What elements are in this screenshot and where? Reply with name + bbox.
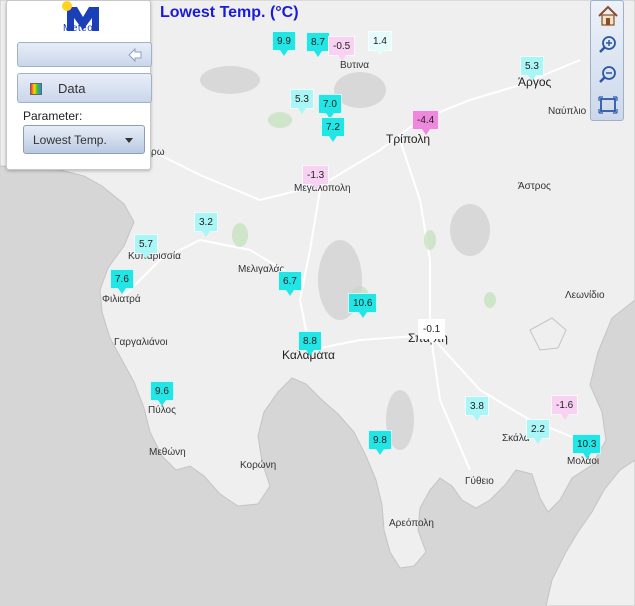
map-toolbar	[590, 0, 624, 121]
station-marker[interactable]: 10.6	[348, 293, 378, 318]
data-button-label: Data	[58, 81, 86, 96]
station-marker[interactable]: 9.8	[368, 430, 392, 455]
station-marker[interactable]: 5.3	[290, 89, 314, 114]
zoom-in-button[interactable]	[595, 32, 621, 58]
parameter-select[interactable]: Lowest Temp.	[23, 125, 145, 154]
place-label: Βυτινα	[340, 60, 370, 71]
station-marker[interactable]: 7.2	[321, 117, 345, 142]
place-label: ρω	[151, 147, 165, 158]
station-marker[interactable]: 5.3	[520, 56, 544, 81]
home-icon	[598, 5, 618, 26]
station-marker[interactable]: 3.8	[465, 396, 489, 421]
place-label: Άστρος	[518, 181, 551, 192]
station-marker[interactable]: 6.7	[278, 271, 302, 296]
station-marker[interactable]: 7.0	[318, 94, 342, 119]
station-marker[interactable]: -1.6	[551, 395, 579, 420]
arrow-left-icon	[128, 47, 142, 63]
station-marker[interactable]: 9.6	[150, 381, 174, 406]
place-label: Πύλος	[148, 405, 176, 416]
parameter-value: Lowest Temp.	[33, 133, 107, 147]
station-marker[interactable]: 8.8	[298, 331, 322, 356]
place-label: Αρεόπολη	[389, 518, 434, 529]
station-marker[interactable]: -4.4	[412, 110, 440, 135]
data-button[interactable]: Data	[17, 73, 152, 103]
place-label: Κορώνη	[240, 460, 277, 471]
place-label: Γύθειο	[465, 476, 494, 487]
place-label: Μεθώνη	[149, 447, 186, 458]
station-marker[interactable]: -0.5	[328, 36, 356, 61]
zoom-out-button[interactable]	[595, 62, 621, 88]
full-extent-button[interactable]	[595, 92, 621, 118]
control-panel: Meteo Data Parameter: Lowest Temp.	[6, 0, 152, 170]
station-marker[interactable]: 8.7	[306, 32, 330, 57]
map-title: Lowest Temp. (°C)	[160, 4, 299, 21]
place-label: Γαργαλιάνοι	[114, 337, 168, 348]
extent-icon	[598, 96, 618, 114]
place-label: Φιλιατρά	[102, 294, 141, 305]
zoom-out-icon	[599, 66, 616, 83]
station-marker[interactable]: 7.6	[110, 269, 134, 294]
place-label: Λεωνίδιο	[565, 290, 605, 301]
station-marker[interactable]: 10.3	[572, 434, 602, 459]
chevron-down-icon	[125, 138, 133, 143]
zoom-in-icon	[599, 36, 616, 53]
station-marker[interactable]: -1.3	[302, 165, 330, 190]
station-marker[interactable]: 2.2	[526, 419, 550, 444]
logo-text: Meteo	[63, 23, 94, 34]
palette-icon	[30, 83, 42, 95]
parameter-label: Parameter:	[23, 109, 83, 123]
station-marker[interactable]: -0.1	[418, 319, 446, 344]
collapse-panel-button[interactable]	[17, 42, 152, 67]
station-marker[interactable]: 5.7	[134, 234, 158, 259]
station-marker[interactable]: 1.4	[368, 31, 392, 56]
place-label: Ναύπλιο	[548, 106, 587, 117]
home-button[interactable]	[595, 3, 621, 29]
station-marker[interactable]: 3.2	[194, 212, 218, 237]
station-marker[interactable]: 9.9	[272, 31, 296, 56]
